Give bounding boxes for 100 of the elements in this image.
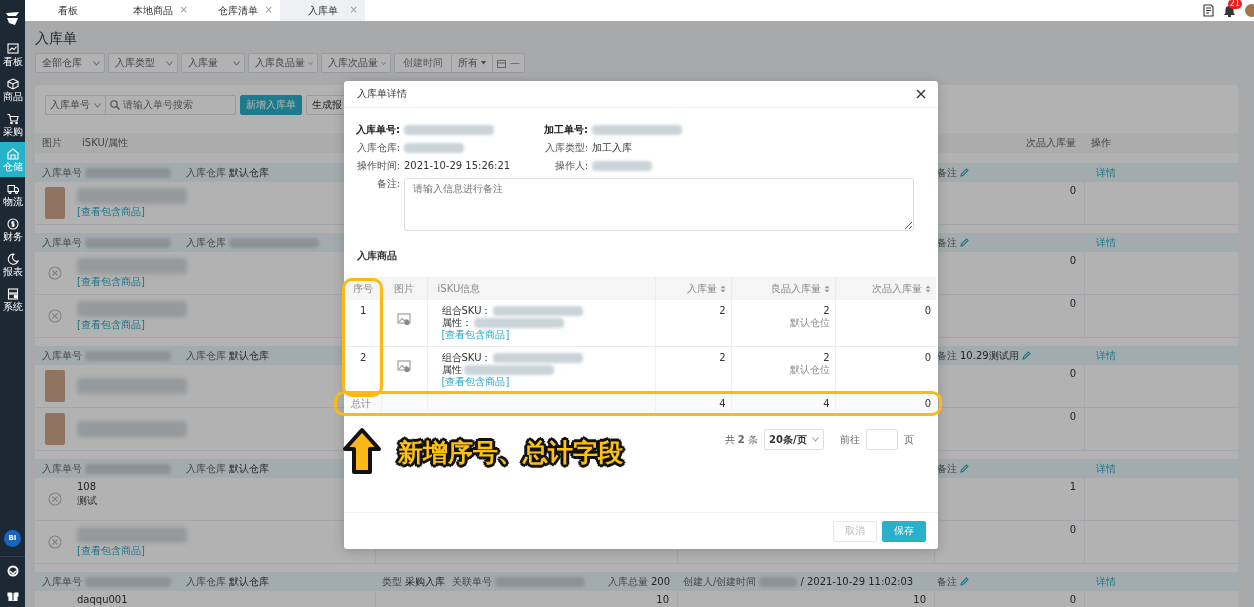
table-cell: 0 xyxy=(835,346,936,394)
cube-icon xyxy=(6,77,19,90)
pencil-icon[interactable] xyxy=(960,464,969,473)
chevron-down-icon xyxy=(308,60,313,66)
sort-icon[interactable] xyxy=(925,284,931,293)
column-header[interactable]: 良品入库量 xyxy=(731,277,835,300)
field-value: 默认仓库 xyxy=(229,349,269,362)
no-image-icon xyxy=(48,309,62,323)
field-value: 默认仓库 xyxy=(229,166,269,179)
field-label: 备注 xyxy=(937,349,957,362)
pencil-icon[interactable] xyxy=(960,168,969,177)
field-label: 入库单号 xyxy=(42,462,82,475)
field-label: 类型 xyxy=(382,575,402,588)
pencil-icon[interactable] xyxy=(1021,351,1031,360)
action-button[interactable]: 新增入库单 xyxy=(240,95,302,115)
filter-dropdown[interactable]: 入库类型 xyxy=(108,53,178,73)
sidebar-item[interactable]: 采购 xyxy=(0,107,25,142)
details-link[interactable]: 详情 xyxy=(1096,462,1116,475)
column-header[interactable]: 入库量 xyxy=(655,277,731,300)
date-filter-label: 创建时间 xyxy=(395,54,452,72)
no-image-icon xyxy=(48,535,62,549)
view-items-link[interactable]: [查看包含商品] xyxy=(77,276,145,288)
table-cell: 0 xyxy=(1069,298,1076,309)
filter-dropdown[interactable]: 全部仓库 xyxy=(35,53,105,73)
field-label: 备注 xyxy=(937,575,957,588)
remark-field[interactable]: 请输入信息进行备注 xyxy=(404,178,914,231)
field-label: 操作时间: xyxy=(356,160,400,172)
sidebar-item[interactable]: 商品 xyxy=(0,72,25,107)
field-label: 入库单号 xyxy=(42,166,82,179)
server-icon xyxy=(6,287,19,300)
item-text: 测试 xyxy=(77,495,97,507)
bell-icon[interactable] xyxy=(1224,4,1235,17)
column-header[interactable]: 次品入库量 xyxy=(835,277,936,300)
calendar-icon[interactable] xyxy=(497,58,506,68)
field-label: 创建人/创建时间 xyxy=(683,575,757,588)
sidebar-item[interactable]: 物流 xyxy=(0,177,25,212)
close-button[interactable] xyxy=(916,89,926,99)
gift-icon[interactable] xyxy=(6,589,19,601)
search-box[interactable]: 入库单号 请输入单号搜索 xyxy=(45,95,236,115)
document-icon[interactable] xyxy=(1203,4,1214,17)
table-cell: 0 xyxy=(835,300,936,347)
close-tab-button[interactable]: × xyxy=(179,4,188,16)
view-items-link[interactable]: [查看包含商品] xyxy=(441,376,510,388)
no-image-icon xyxy=(48,492,62,506)
field-label: 组合SKU： xyxy=(441,352,492,364)
details-link[interactable]: 详情 xyxy=(1096,349,1116,362)
photo-placeholder xyxy=(45,413,65,445)
sidebar-item[interactable]: 仓储 xyxy=(0,142,25,177)
sidebar-item[interactable]: 看板 xyxy=(0,37,25,72)
table-cell: 10 xyxy=(656,594,669,605)
annotation-text: 新增序号、总计字段 xyxy=(398,438,623,468)
page-number-field[interactable] xyxy=(866,429,898,450)
range-select[interactable]: 所有 xyxy=(452,54,493,72)
close-tab-button[interactable]: × xyxy=(349,4,358,16)
coin-icon xyxy=(6,217,19,230)
sort-icon[interactable] xyxy=(823,284,830,293)
goto-label: 前往 xyxy=(840,433,860,446)
details-link[interactable]: 详情 xyxy=(1096,575,1116,588)
filter-dropdown[interactable]: 入库量 xyxy=(181,53,245,73)
field-label: 组合SKU： xyxy=(441,305,492,317)
logo-icon[interactable] xyxy=(4,10,21,27)
tab-label: 入库单 xyxy=(307,4,338,17)
sidebar-item[interactable]: 报表 xyxy=(0,247,25,282)
sidebar-item[interactable]: 财务 xyxy=(0,212,25,247)
filter-dropdown[interactable]: 入库次品量 xyxy=(321,53,391,73)
table-cell: 0 xyxy=(1069,185,1076,196)
details-link[interactable]: 详情 xyxy=(1096,166,1116,179)
truck-icon xyxy=(6,182,19,195)
field-label: 备注: xyxy=(376,178,400,191)
sort-icon[interactable] xyxy=(719,284,726,293)
field-value: 加工入库 xyxy=(592,142,632,154)
column-header: iSKU信息 xyxy=(427,277,655,300)
field-value: 10.29测试用 xyxy=(960,349,1019,362)
field-value: 采购入库 xyxy=(405,575,445,588)
view-items-link[interactable]: [查看包含商品] xyxy=(77,206,145,218)
field-label: 加工单号: xyxy=(544,124,588,136)
table-cell: 10 xyxy=(913,594,926,605)
pencil-icon[interactable] xyxy=(960,238,969,247)
search-field-select[interactable]: 入库单号 xyxy=(46,96,106,114)
pencil-icon[interactable] xyxy=(960,577,969,586)
field-label: 操作人: xyxy=(554,160,588,172)
view-items-link[interactable]: [查看包含商品] xyxy=(77,319,145,331)
close-tab-button[interactable]: × xyxy=(264,4,273,16)
view-items-link[interactable]: [查看包含商品] xyxy=(77,545,145,557)
field-label: 备注 xyxy=(937,462,957,475)
details-link[interactable]: 详情 xyxy=(1096,236,1116,249)
field-label: 入库单号: xyxy=(356,124,400,136)
filter-dropdown[interactable]: 入库良品量 xyxy=(248,53,318,73)
item-text: 108 xyxy=(77,481,97,493)
item-text: daqqu001 xyxy=(77,594,128,606)
photo-placeholder xyxy=(45,370,65,402)
chevron-down-icon xyxy=(93,60,100,66)
table-cell-text: 2 xyxy=(822,305,830,317)
table-cell: 0 xyxy=(1069,594,1076,605)
save-button[interactable]: 保存 xyxy=(882,520,926,542)
sidebar-item[interactable]: 系统 xyxy=(0,282,25,317)
section-title: 入库商品 xyxy=(357,249,398,263)
tab[interactable]: 入库单 × xyxy=(280,0,365,21)
view-items-link[interactable]: [查看包含商品] xyxy=(441,329,510,341)
page-size-select[interactable]: 20条/页 xyxy=(764,429,824,450)
